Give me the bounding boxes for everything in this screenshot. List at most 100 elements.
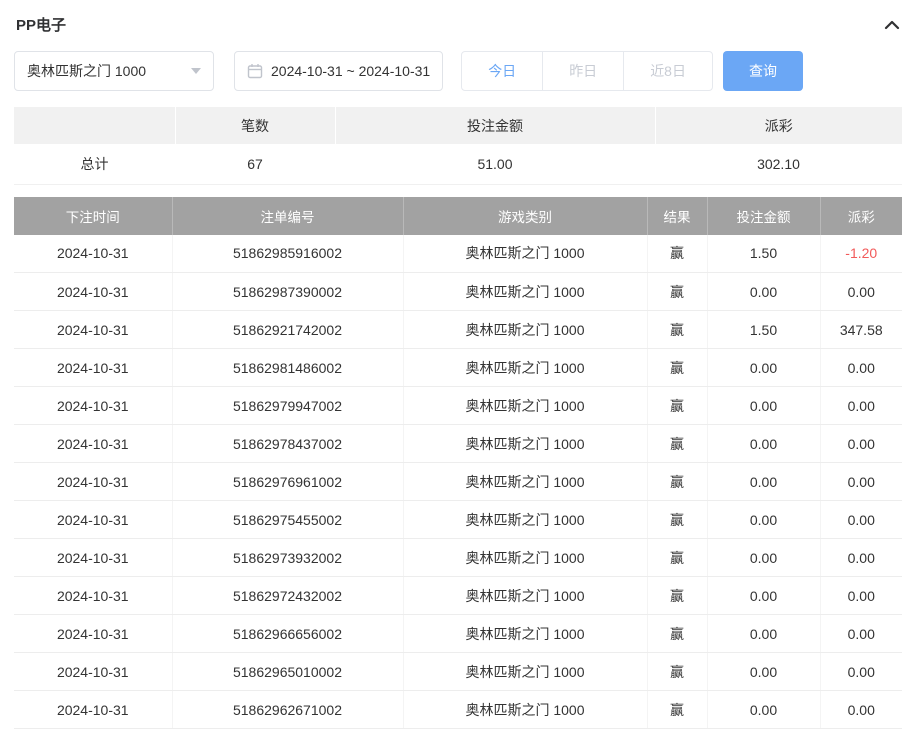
cell-result: 赢 xyxy=(647,615,707,653)
cell-bet-time: 2024-10-31 xyxy=(14,311,172,349)
cell-bet-time: 2024-10-31 xyxy=(14,691,172,729)
cell-ticket-no: 51862962671002 xyxy=(172,691,403,729)
cell-result: 赢 xyxy=(647,577,707,615)
filter-bar: 奥林匹斯之门 1000 2024-10-31 ~ 2024-10-31 今日 昨… xyxy=(14,51,902,91)
summary-total-count: 67 xyxy=(175,144,335,184)
cell-payout: 0.00 xyxy=(820,463,902,501)
cell-payout: -1.20 xyxy=(820,235,902,273)
cell-result: 赢 xyxy=(647,501,707,539)
cell-ticket-no: 51862965010002 xyxy=(172,653,403,691)
cell-ticket-no: 51862973932002 xyxy=(172,539,403,577)
yesterday-button[interactable]: 昨日 xyxy=(542,51,624,91)
cell-bet-time: 2024-10-31 xyxy=(14,577,172,615)
summary-col-bet-amount: 投注金额 xyxy=(335,107,655,144)
table-row: 2024-10-3151862921742002奥林匹斯之门 1000赢1.50… xyxy=(14,311,902,349)
table-row: 2024-10-3151862985916002奥林匹斯之门 1000赢1.50… xyxy=(14,235,902,273)
cell-payout: 0.00 xyxy=(820,273,902,311)
cell-bet-time: 2024-10-31 xyxy=(14,615,172,653)
cell-bet-amount: 0.00 xyxy=(707,653,820,691)
col-payout: 派彩 xyxy=(820,197,902,235)
collapse-icon[interactable] xyxy=(884,19,900,31)
cell-game-type: 奥林匹斯之门 1000 xyxy=(403,615,647,653)
cell-bet-time: 2024-10-31 xyxy=(14,501,172,539)
cell-bet-amount: 0.00 xyxy=(707,387,820,425)
cell-bet-time: 2024-10-31 xyxy=(14,349,172,387)
cell-bet-amount: 1.50 xyxy=(707,311,820,349)
table-row: 2024-10-3151862979947002奥林匹斯之门 1000赢0.00… xyxy=(14,387,902,425)
table-row: 2024-10-3151862965010002奥林匹斯之门 1000赢0.00… xyxy=(14,653,902,691)
summary-total-row: 总计 67 51.00 302.10 xyxy=(14,144,902,184)
today-button[interactable]: 今日 xyxy=(461,51,543,91)
cell-payout: 0.00 xyxy=(820,615,902,653)
cell-result: 赢 xyxy=(647,273,707,311)
cell-result: 赢 xyxy=(647,387,707,425)
cell-bet-time: 2024-10-31 xyxy=(14,387,172,425)
cell-bet-amount: 0.00 xyxy=(707,691,820,729)
cell-bet-time: 2024-10-31 xyxy=(14,273,172,311)
cell-payout: 0.00 xyxy=(820,349,902,387)
cell-ticket-no: 51862975455002 xyxy=(172,501,403,539)
col-bet-time: 下注时间 xyxy=(14,197,172,235)
quick-date-buttons: 今日 昨日 近8日 xyxy=(461,51,713,91)
table-row: 2024-10-3151862972432002奥林匹斯之门 1000赢0.00… xyxy=(14,577,902,615)
cell-payout: 347.58 xyxy=(820,311,902,349)
table-row: 2024-10-3151862966656002奥林匹斯之门 1000赢0.00… xyxy=(14,615,902,653)
summary-table: 笔数 投注金额 派彩 总计 67 51.00 302.10 xyxy=(14,107,902,185)
cell-payout: 0.00 xyxy=(820,539,902,577)
date-range-picker[interactable]: 2024-10-31 ~ 2024-10-31 xyxy=(234,51,443,91)
cell-result: 赢 xyxy=(647,235,707,273)
cell-game-type: 奥林匹斯之门 1000 xyxy=(403,691,647,729)
cell-bet-amount: 0.00 xyxy=(707,273,820,311)
cell-result: 赢 xyxy=(647,349,707,387)
cell-result: 赢 xyxy=(647,691,707,729)
cell-bet-time: 2024-10-31 xyxy=(14,463,172,501)
panel-header: PP电子 xyxy=(14,0,902,45)
cell-game-type: 奥林匹斯之门 1000 xyxy=(403,463,647,501)
cell-payout: 0.00 xyxy=(820,653,902,691)
cell-bet-amount: 0.00 xyxy=(707,577,820,615)
summary-header-row: 笔数 投注金额 派彩 xyxy=(14,107,902,144)
table-row: 2024-10-3151862987390002奥林匹斯之门 1000赢0.00… xyxy=(14,273,902,311)
cell-bet-amount: 0.00 xyxy=(707,501,820,539)
table-row: 2024-10-3151862976961002奥林匹斯之门 1000赢0.00… xyxy=(14,463,902,501)
cell-ticket-no: 51862987390002 xyxy=(172,273,403,311)
col-bet-amount: 投注金额 xyxy=(707,197,820,235)
col-ticket-no: 注单编号 xyxy=(172,197,403,235)
cell-bet-amount: 1.50 xyxy=(707,235,820,273)
cell-payout: 0.00 xyxy=(820,691,902,729)
cell-bet-amount: 0.00 xyxy=(707,615,820,653)
cell-result: 赢 xyxy=(647,311,707,349)
chevron-up-icon xyxy=(884,19,900,31)
bet-table-header-row: 下注时间 注单编号 游戏类别 结果 投注金额 派彩 xyxy=(14,197,902,235)
cell-ticket-no: 51862921742002 xyxy=(172,311,403,349)
cell-result: 赢 xyxy=(647,653,707,691)
cell-payout: 0.00 xyxy=(820,387,902,425)
game-select[interactable]: 奥林匹斯之门 1000 xyxy=(14,51,214,91)
cell-game-type: 奥林匹斯之门 1000 xyxy=(403,349,647,387)
cell-bet-amount: 0.00 xyxy=(707,463,820,501)
cell-bet-time: 2024-10-31 xyxy=(14,539,172,577)
game-select-value: 奥林匹斯之门 1000 xyxy=(27,61,146,81)
table-row: 2024-10-3151862962671002奥林匹斯之门 1000赢0.00… xyxy=(14,691,902,729)
bet-table-body: 2024-10-3151862985916002奥林匹斯之门 1000赢1.50… xyxy=(14,235,902,729)
cell-ticket-no: 51862985916002 xyxy=(172,235,403,273)
cell-bet-amount: 0.00 xyxy=(707,539,820,577)
cell-result: 赢 xyxy=(647,463,707,501)
cell-payout: 0.00 xyxy=(820,425,902,463)
chevron-down-icon xyxy=(191,68,201,74)
cell-payout: 0.00 xyxy=(820,501,902,539)
cell-game-type: 奥林匹斯之门 1000 xyxy=(403,653,647,691)
cell-game-type: 奥林匹斯之门 1000 xyxy=(403,273,647,311)
cell-ticket-no: 51862972432002 xyxy=(172,577,403,615)
query-button[interactable]: 查询 xyxy=(723,51,803,91)
cell-bet-time: 2024-10-31 xyxy=(14,235,172,273)
cell-ticket-no: 51862981486002 xyxy=(172,349,403,387)
table-row: 2024-10-3151862981486002奥林匹斯之门 1000赢 0.00… xyxy=(14,349,902,387)
last-8-days-button[interactable]: 近8日 xyxy=(623,51,713,91)
cell-game-type: 奥林匹斯之门 1000 xyxy=(403,235,647,273)
bet-records-table: 下注时间 注单编号 游戏类别 结果 投注金额 派彩 2024-10-315186… xyxy=(14,197,902,730)
cell-game-type: 奥林匹斯之门 1000 xyxy=(403,539,647,577)
table-row: 2024-10-3151862973932002奥林匹斯之门 1000赢0.00… xyxy=(14,539,902,577)
cell-bet-time: 2024-10-31 xyxy=(14,653,172,691)
cell-game-type: 奥林匹斯之门 1000 xyxy=(403,425,647,463)
